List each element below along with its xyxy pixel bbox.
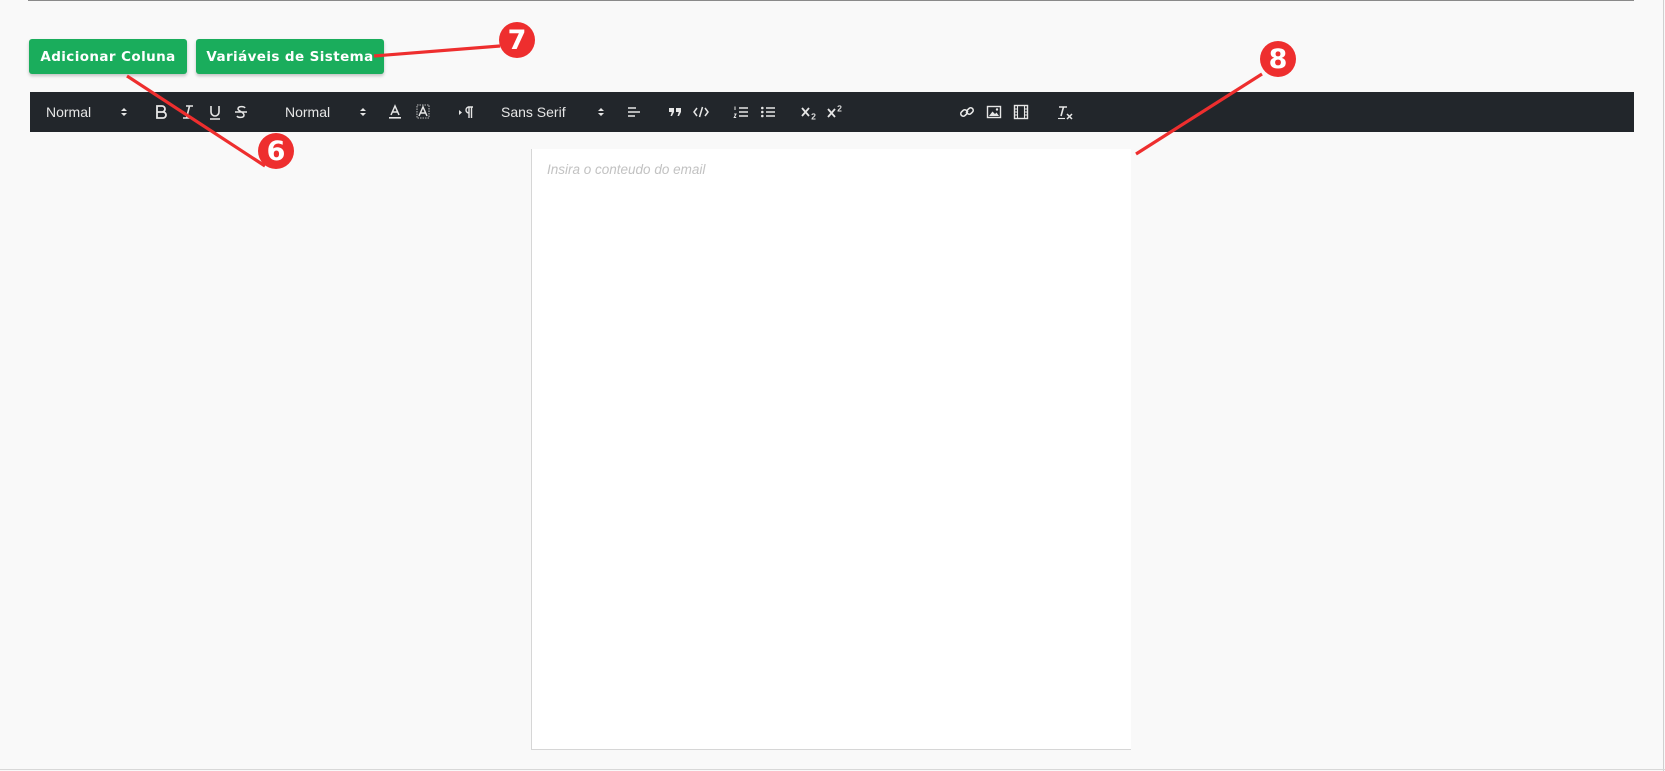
blockquote-button[interactable] [668,92,682,132]
background-color-button[interactable] [416,92,430,132]
size-picker[interactable]: Normal [285,92,367,132]
annotation-marker-6: 6 [258,133,294,169]
strike-button[interactable] [234,92,248,132]
italic-icon [183,105,193,119]
editor-toolbar: Normal Normal Sans Serif [30,92,1634,132]
image-icon [986,105,1002,119]
video-icon [1013,104,1029,120]
annotation-marker-7: 7 [499,22,535,58]
image-button[interactable] [986,92,1002,132]
underline-icon [210,106,220,120]
link-icon [959,106,975,118]
link-button[interactable] [959,92,975,132]
header-picker-label: Normal [46,104,92,120]
font-color-button[interactable] [388,92,402,132]
add-column-button[interactable]: Adicionar Coluna [29,39,187,74]
bullet-list-icon [761,106,775,118]
superscript-button[interactable] [827,92,844,132]
system-variables-button[interactable]: Variáveis de Sistema [196,39,384,74]
clean-format-button[interactable] [1056,92,1074,132]
size-picker-label: Normal [285,104,331,120]
email-content-editor [531,149,1131,750]
email-content-input[interactable] [532,149,1131,749]
subscript-icon [801,107,816,120]
bold-icon [156,105,167,119]
picker-arrows-icon [598,108,604,116]
font-picker[interactable]: Sans Serif [501,92,605,132]
ordered-list-button[interactable] [733,92,749,132]
blockquote-icon [669,108,681,116]
underline-button[interactable] [208,92,222,132]
align-icon [628,107,640,117]
clean-format-icon [1058,106,1073,120]
annotation-marker-8: 8 [1260,41,1296,77]
align-button[interactable] [626,92,642,132]
bullet-list-button[interactable] [760,92,776,132]
header-picker[interactable]: Normal [46,92,128,132]
ordered-list-icon [733,106,748,118]
bottom-divider [0,769,1665,770]
picker-arrows-icon [360,108,366,116]
font-color-icon [389,104,401,119]
strike-icon [235,105,247,119]
background-color-icon [416,104,430,119]
font-picker-label: Sans Serif [501,104,566,120]
picker-arrows-icon [121,108,127,116]
superscript-icon [827,105,842,118]
video-button[interactable] [1013,92,1029,132]
code-block-button[interactable] [693,92,709,132]
text-direction-button[interactable] [458,92,474,132]
text-direction-icon [459,106,473,118]
top-divider [28,0,1634,1]
scrollbar-edge [1663,0,1664,771]
bold-button[interactable] [154,92,168,132]
annotation-line-7 [373,44,501,58]
subscript-button[interactable] [801,92,818,132]
italic-button[interactable] [182,92,194,132]
code-block-icon [693,106,709,118]
